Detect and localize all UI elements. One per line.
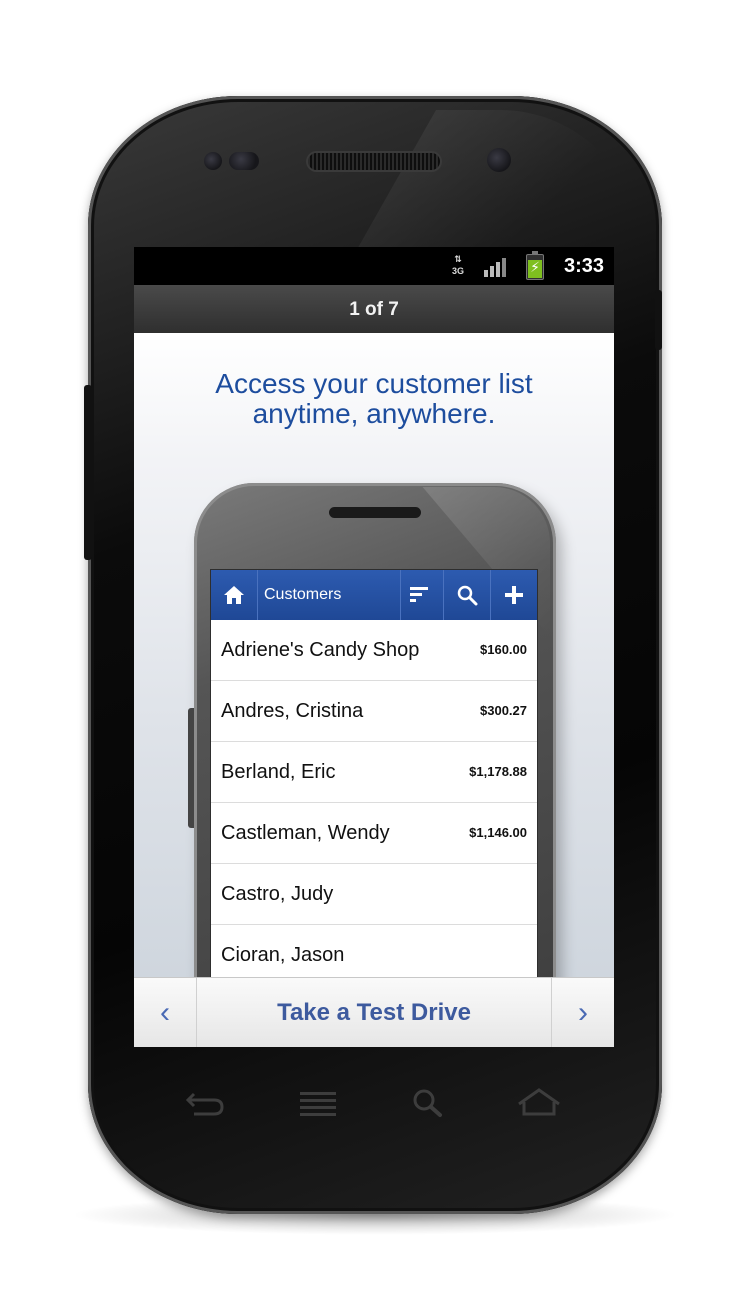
customer-row[interactable]: Cioran, Jason: [211, 925, 537, 977]
customer-balance: $1,146.00: [469, 825, 527, 840]
customer-row[interactable]: Castleman, Wendy $1,146.00: [211, 803, 537, 864]
customer-name: Castleman, Wendy: [221, 822, 390, 844]
home-key-icon[interactable]: [515, 1082, 565, 1122]
customer-balance: $160.00: [480, 642, 527, 657]
status-bar: ⇅ 3G ⚡ 3:33: [134, 247, 614, 285]
front-camera: [487, 148, 511, 172]
illustration-screen: Customers Adriene's Candy Shop $160.00 A…: [210, 569, 538, 977]
previous-button[interactable]: ‹: [134, 978, 197, 1047]
headline-line-1: Access your customer list: [215, 368, 533, 399]
customer-row[interactable]: Berland, Eric $1,178.88: [211, 742, 537, 803]
illustration-speaker: [329, 507, 421, 518]
pager-label: 1 of 7: [349, 299, 399, 320]
power-button: [655, 290, 662, 350]
home-icon[interactable]: [211, 570, 258, 620]
phone-screen: ⇅ 3G ⚡ 3:33 1 of 7 Access your customer …: [134, 247, 614, 1047]
customer-name: Adriene's Candy Shop: [221, 639, 420, 661]
light-sensor: [229, 152, 259, 170]
headline-line-2: anytime, anywhere.: [252, 398, 496, 429]
sort-icon[interactable]: [395, 570, 444, 620]
chevron-right-icon: ›: [578, 996, 588, 1029]
app-action-bar: Customers: [211, 570, 537, 620]
pager-title-bar: 1 of 7: [134, 285, 614, 333]
customer-name: Castro, Judy: [221, 883, 334, 905]
network-type: 3G: [451, 266, 464, 276]
signal-strength-icon: [484, 256, 510, 277]
data-arrows-icon: ⇅: [454, 254, 462, 264]
app-title: Customers: [258, 570, 401, 620]
customer-row[interactable]: Andres, Cristina $300.27: [211, 681, 537, 742]
chevron-left-icon: ‹: [160, 996, 170, 1029]
customer-name: Andres, Cristina: [221, 700, 364, 722]
customer-name: Cioran, Jason: [221, 944, 345, 966]
illustration-phone: Customers Adriene's Candy Shop $160.00 A…: [188, 483, 556, 977]
status-clock: 3:33: [563, 255, 604, 277]
menu-key-icon[interactable]: [295, 1082, 345, 1122]
network-3g-icon: ⇅ 3G: [450, 253, 466, 279]
illustration-side-button: [188, 708, 194, 828]
customer-row[interactable]: Castro, Judy: [211, 864, 537, 925]
volume-button: [84, 385, 92, 560]
customer-name: Berland, Eric: [221, 761, 336, 783]
slide-content: Access your customer list anytime, anywh…: [134, 333, 614, 977]
search-icon[interactable]: [444, 570, 491, 620]
proximity-sensor: [204, 152, 222, 170]
take-test-drive-button[interactable]: Take a Test Drive: [197, 978, 551, 1047]
earpiece-speaker: [308, 153, 440, 170]
slide-headline: Access your customer list anytime, anywh…: [134, 369, 614, 429]
customer-row[interactable]: Adriene's Candy Shop $160.00: [211, 620, 537, 681]
customer-balance: $1,178.88: [469, 764, 527, 779]
add-icon[interactable]: [491, 570, 537, 620]
battery-charging-icon: ⚡: [526, 251, 544, 280]
back-key-icon[interactable]: [180, 1082, 230, 1122]
next-button[interactable]: ›: [551, 978, 614, 1047]
customer-balance: $300.27: [480, 703, 527, 718]
search-key-icon[interactable]: [406, 1082, 456, 1122]
bottom-bar: ‹ Take a Test Drive ›: [134, 977, 614, 1047]
